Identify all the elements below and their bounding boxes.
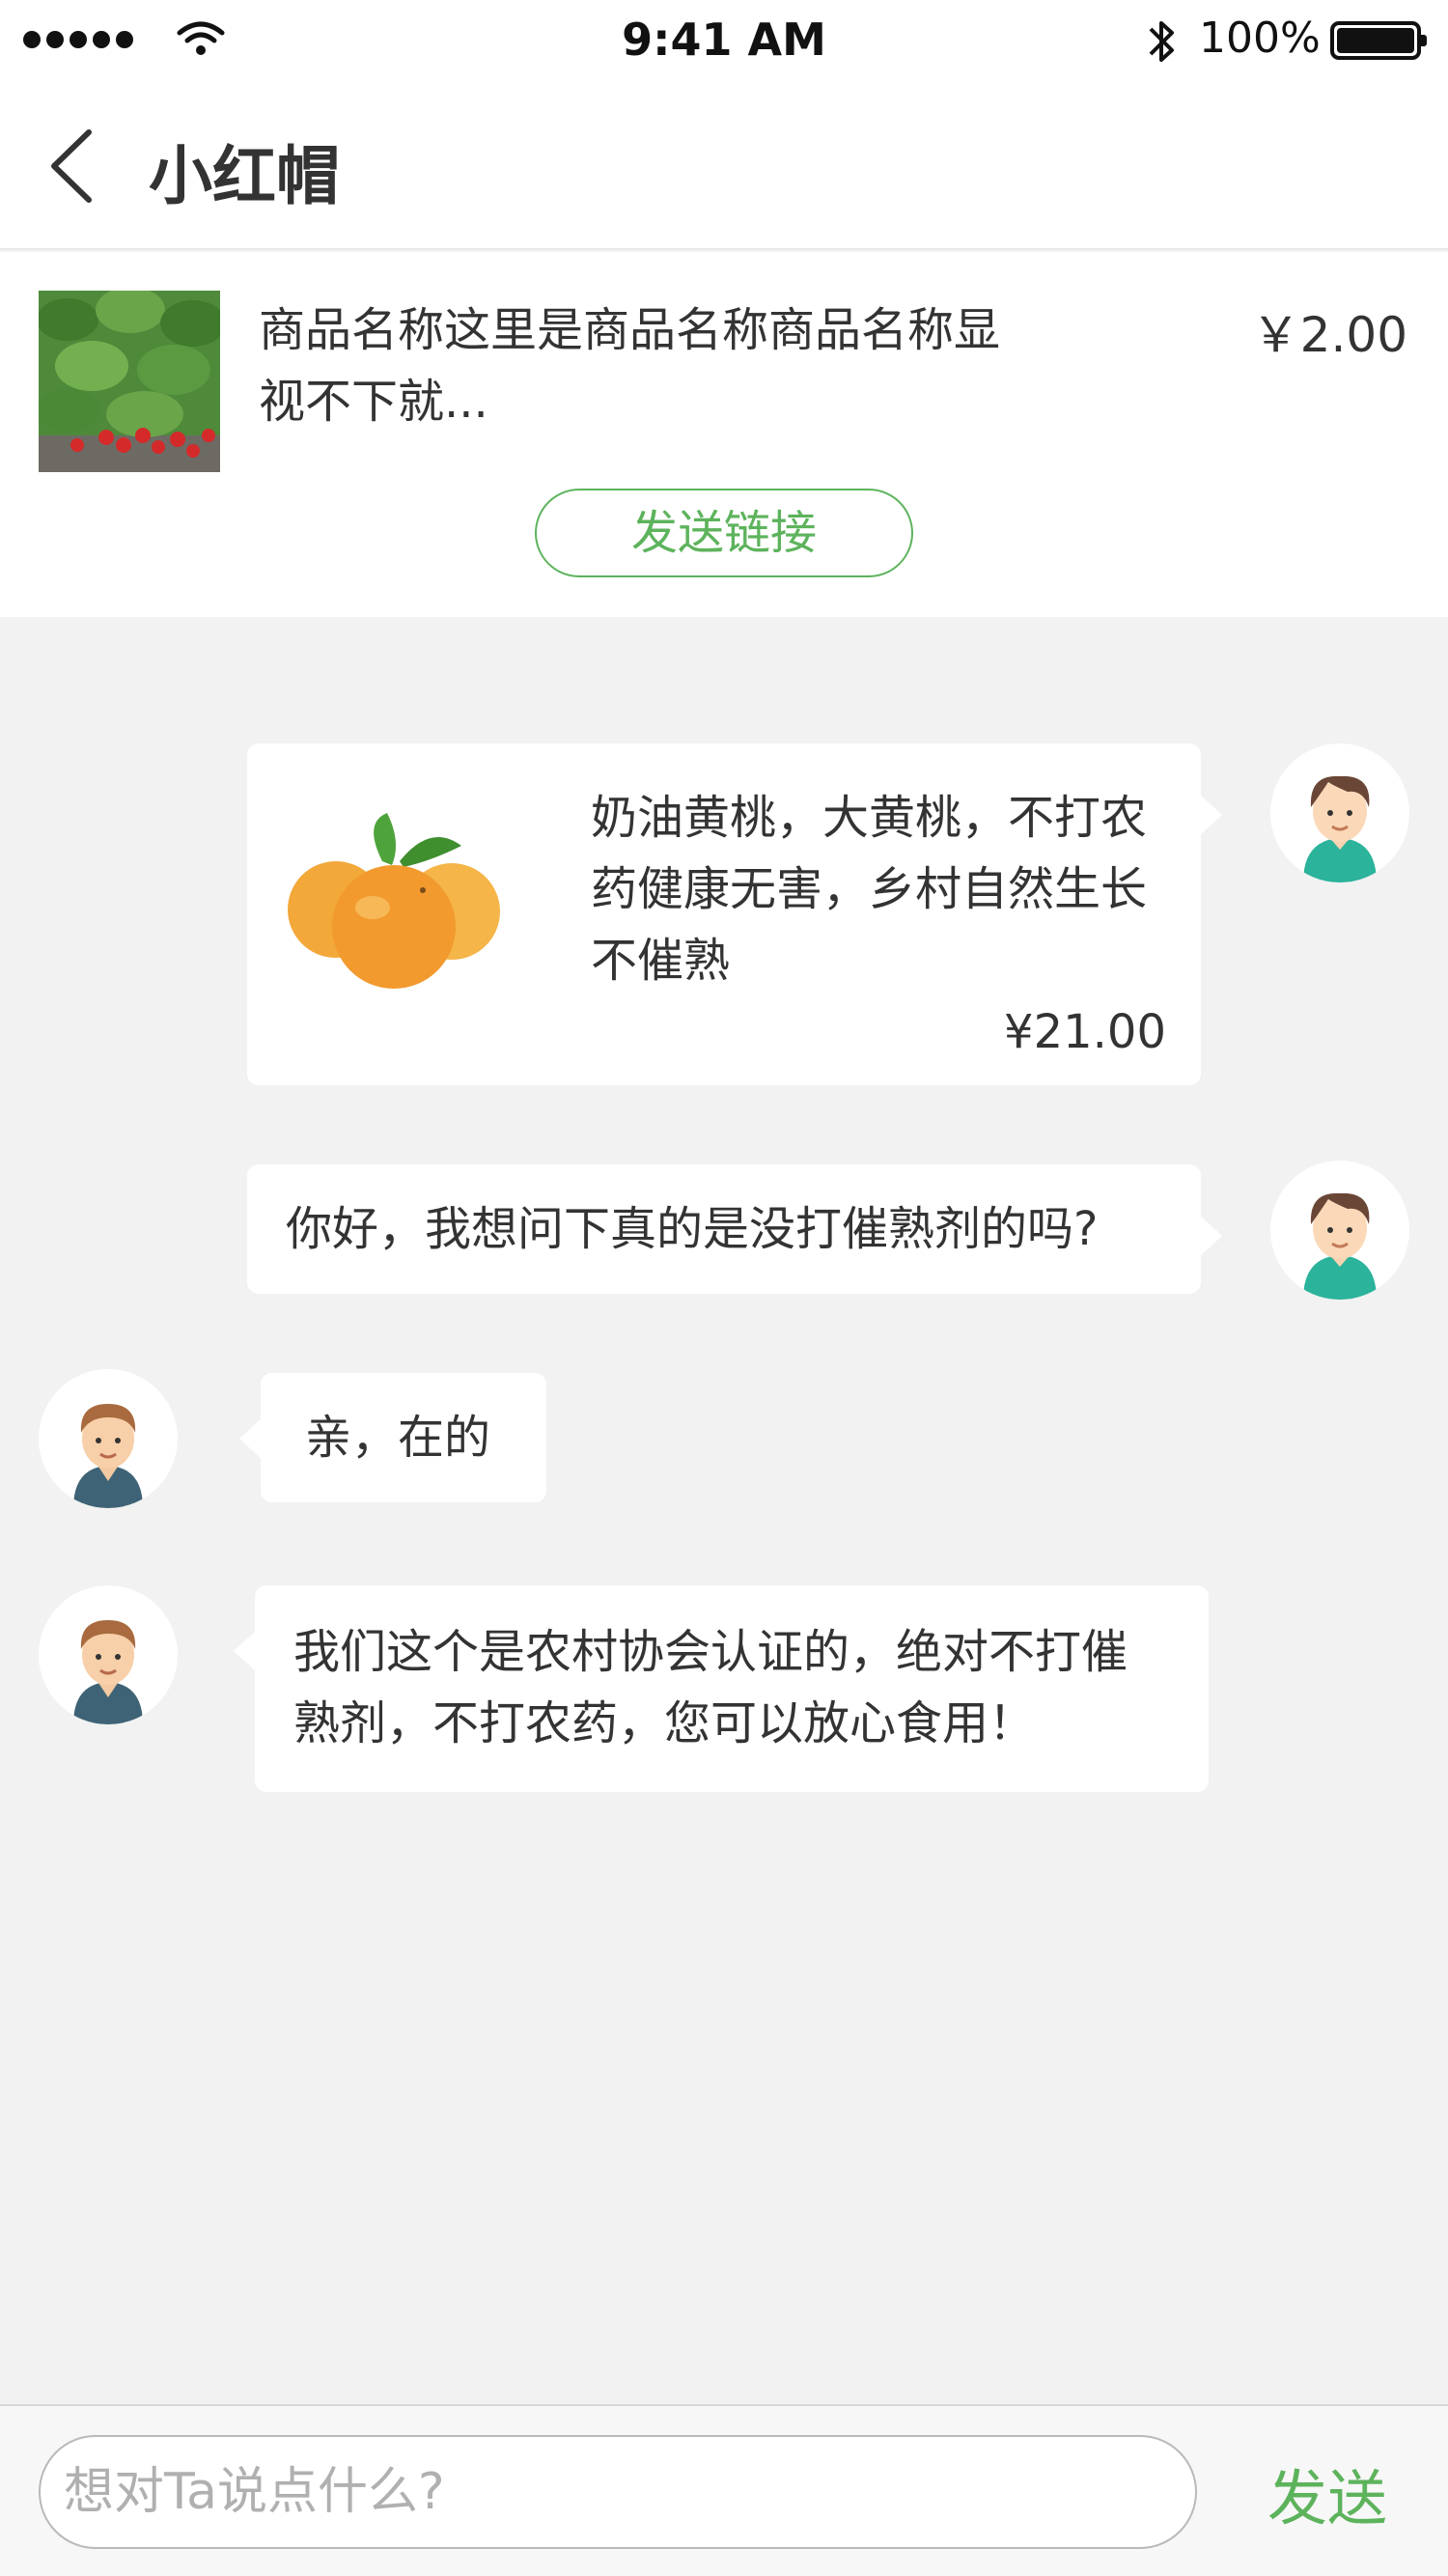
peach-product-image [288, 813, 500, 989]
page-title: 小红帽 [149, 139, 340, 213]
message-text: 我们这个是农村协会认证的，绝对不打催熟剂，不打农药，您可以放心食用！ [293, 1625, 1128, 1750]
product-price: ￥2.00 [1251, 307, 1407, 363]
product-thumbnail[interactable] [39, 291, 220, 472]
avatar[interactable] [1270, 1161, 1409, 1300]
product-message-bubble[interactable]: 奶油黄桃，大黄桃，不打农药健康无害，乡村自然生长不催熟 ¥21.00 [247, 743, 1222, 1085]
message-input[interactable] [39, 2435, 1197, 2549]
product-card: 商品名称这里是商品名称商品名称显视不下就... ￥2.00 发送链接 [0, 252, 1448, 617]
message-text: 你好，我想问下真的是没打催熟剂的吗? [286, 1202, 1099, 1256]
bluetooth-icon [1149, 21, 1174, 62]
product-name: 商品名称这里是商品名称商品名称显视不下就... [259, 303, 1001, 429]
avatar[interactable] [1270, 743, 1409, 882]
chevron-left-icon[interactable] [42, 123, 100, 210]
send-button[interactable]: 发送 [1255, 2445, 1400, 2541]
product-message-price: ¥21.00 [1004, 1005, 1166, 1059]
message-bubble[interactable]: 亲，在的 [239, 1373, 546, 1502]
input-bar: 发送 [0, 2404, 1448, 2576]
message-text: 亲，在的 [305, 1411, 491, 1465]
avatar[interactable] [39, 1585, 178, 1724]
message-bubble[interactable]: 我们这个是农村协会认证的，绝对不打催熟剂，不打农药，您可以放心食用！ [234, 1585, 1209, 1792]
battery-icon [1330, 21, 1427, 60]
avatar[interactable] [39, 1369, 178, 1508]
status-bar: 9:41 AM 100% [0, 0, 1448, 82]
battery-percentage: 100% [1199, 14, 1321, 63]
send-link-button[interactable]: 发送链接 [535, 489, 913, 577]
message-bubble[interactable]: 你好，我想问下真的是没打催熟剂的吗? [247, 1164, 1222, 1294]
product-message-text: 奶油黄桃，大黄桃，不打农药健康无害，乡村自然生长不催熟 [591, 791, 1148, 988]
nav-bar: 小红帽 [0, 82, 1448, 250]
